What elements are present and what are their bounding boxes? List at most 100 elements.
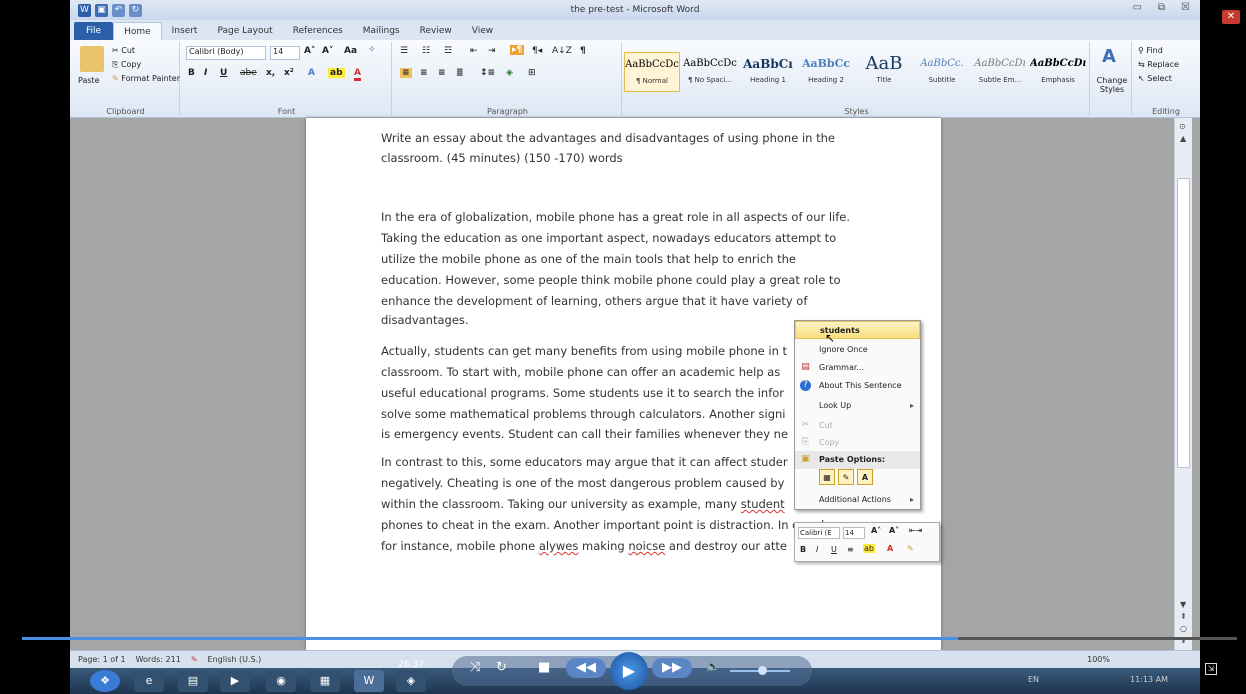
video-progress-bar[interactable] bbox=[22, 637, 1237, 640]
font-size-select[interactable]: 14 bbox=[270, 46, 300, 60]
misspelled-word[interactable]: student bbox=[741, 497, 785, 511]
proofing-icon[interactable]: ✎ bbox=[191, 655, 198, 664]
scroll-down-icon[interactable]: ▼ bbox=[1180, 600, 1186, 609]
start-button-icon[interactable]: ❖ bbox=[90, 670, 120, 692]
clock[interactable]: 11:13 AM bbox=[1130, 675, 1168, 684]
style-emphasis[interactable]: AaBbCcDı Emphasis bbox=[1030, 52, 1086, 92]
borders-icon[interactable]: ⊞ bbox=[528, 68, 536, 78]
menu-cut[interactable]: ✂ Cut bbox=[795, 417, 920, 435]
tab-view[interactable]: View bbox=[462, 22, 503, 40]
mini-highlight-icon[interactable]: ab bbox=[863, 544, 875, 553]
decrease-indent-icon[interactable]: ⇤ bbox=[470, 46, 478, 56]
browse-object-icon[interactable]: ○ bbox=[1180, 624, 1187, 633]
volume-icon[interactable]: 🔈 bbox=[706, 660, 720, 673]
change-styles-button[interactable]: Change Styles bbox=[1094, 76, 1130, 94]
font-name-select[interactable]: Calibri (Body) bbox=[186, 46, 266, 60]
mini-font-select[interactable]: Calibri (E bbox=[798, 527, 840, 539]
menu-grammar[interactable]: ▤ Grammar... bbox=[795, 359, 920, 377]
suggestion-students[interactable]: students bbox=[795, 321, 920, 339]
menu-ignore-once[interactable]: Ignore Once bbox=[795, 341, 920, 359]
numbering-icon[interactable]: ☷ bbox=[422, 46, 430, 56]
ruler-toggle-icon[interactable]: ⊙ bbox=[1179, 122, 1186, 131]
font-color-icon[interactable]: A bbox=[354, 68, 361, 81]
stop-icon[interactable]: ■ bbox=[538, 660, 550, 675]
format-painter-button[interactable]: ✎ Format Painter bbox=[112, 74, 180, 83]
prev-page-icon[interactable]: ⇞ bbox=[1180, 612, 1187, 621]
paste-keep-format-icon[interactable]: ▦ bbox=[819, 469, 835, 485]
change-styles-icon[interactable]: A bbox=[1102, 46, 1116, 67]
style-title[interactable]: AaB Title bbox=[856, 52, 912, 92]
mini-indent-icon[interactable]: ⇤⇥ bbox=[909, 526, 922, 535]
mini-format-painter-icon[interactable]: ✎ bbox=[907, 544, 914, 553]
justify-icon[interactable]: ≣ bbox=[456, 68, 464, 78]
doc-line[interactable]: classroom. (45 minutes) (150 -170) words bbox=[381, 148, 881, 168]
style-subtitle[interactable]: AaBbCc. Subtitle bbox=[914, 52, 970, 92]
bold-button[interactable]: B bbox=[188, 68, 195, 78]
mini-bold-button[interactable]: B bbox=[800, 545, 806, 554]
minimize-button[interactable]: ▭ bbox=[1132, 2, 1141, 13]
style-normal[interactable]: AaBbCcDc ¶ Normal bbox=[624, 52, 680, 92]
tab-insert[interactable]: Insert bbox=[162, 22, 208, 40]
volume-slider-thumb[interactable] bbox=[758, 666, 767, 675]
paste-icon[interactable] bbox=[80, 46, 104, 72]
multilevel-icon[interactable]: ☲ bbox=[444, 46, 452, 56]
cut-button[interactable]: ✂ Cut bbox=[112, 46, 135, 55]
style-heading-1[interactable]: AaBbCı Heading 1 bbox=[740, 52, 796, 92]
change-case-button[interactable]: Aa bbox=[344, 46, 357, 56]
doc-line[interactable]: Taking the education as one important as… bbox=[381, 228, 881, 248]
repeat-icon[interactable]: ↻ bbox=[496, 660, 507, 675]
tab-home[interactable]: Home bbox=[113, 22, 162, 40]
save-icon[interactable]: ▣ bbox=[95, 3, 108, 17]
style-no-spacing[interactable]: AaBbCcDc ¶ No Spaci... bbox=[682, 52, 738, 92]
shading-icon[interactable]: ◈ bbox=[506, 68, 513, 78]
misspelled-word[interactable]: alywes bbox=[539, 539, 579, 553]
menu-copy[interactable]: ⎘ Copy bbox=[795, 434, 920, 452]
shuffle-icon[interactable]: ⤨ bbox=[470, 660, 480, 675]
page-count[interactable]: Page: 1 of 1 bbox=[78, 655, 126, 664]
switch-to-library-icon[interactable]: ⇲ bbox=[1205, 663, 1217, 675]
misspelled-word[interactable]: noicse bbox=[628, 539, 665, 553]
rtl-icon[interactable]: ¶◂ bbox=[532, 46, 542, 56]
underline-button[interactable]: U bbox=[220, 68, 227, 78]
copy-button[interactable]: ⎘ Copy bbox=[112, 60, 141, 70]
outer-close-button[interactable]: ✕ bbox=[1222, 10, 1240, 24]
align-right-icon[interactable]: ≡ bbox=[438, 68, 446, 78]
doc-line[interactable]: utilize the mobile phone as one of the m… bbox=[381, 249, 881, 269]
tab-page-layout[interactable]: Page Layout bbox=[207, 22, 282, 40]
tab-mailings[interactable]: Mailings bbox=[353, 22, 410, 40]
mini-font-color-icon[interactable]: A bbox=[887, 544, 893, 553]
superscript-button[interactable]: x² bbox=[284, 68, 294, 78]
vertical-scrollbar[interactable]: ⊙ ▲ ▼ ⇞ ○ ⇟ bbox=[1174, 118, 1192, 650]
zoom-level[interactable]: 100% bbox=[1087, 655, 1110, 664]
doc-line[interactable]: education. However, some people think mo… bbox=[381, 270, 881, 290]
tab-references[interactable]: References bbox=[283, 22, 353, 40]
menu-look-up[interactable]: Look Up ▸ bbox=[795, 397, 920, 415]
language-indicator[interactable]: English (U.S.) bbox=[208, 655, 262, 664]
doc-line[interactable]: Write an essay about the advantages and … bbox=[381, 128, 881, 148]
scroll-up-icon[interactable]: ▲ bbox=[1180, 134, 1186, 143]
clear-format-icon[interactable]: ✧ bbox=[368, 45, 376, 55]
paste-text-only-icon[interactable]: A bbox=[857, 469, 873, 485]
presentation-icon[interactable]: ▦ bbox=[310, 670, 340, 692]
grow-font-button[interactable]: A˄ bbox=[304, 46, 315, 56]
line-spacing-icon[interactable]: ↕≡ bbox=[480, 68, 495, 78]
doc-line[interactable]: enhance the development of learning, oth… bbox=[381, 291, 881, 311]
align-center-icon[interactable]: ≡ bbox=[420, 68, 428, 78]
redo-icon[interactable]: ↻ bbox=[129, 3, 142, 17]
find-button[interactable]: ⚲ Find bbox=[1138, 46, 1163, 55]
align-left-icon[interactable]: ≡ bbox=[400, 68, 412, 78]
subscript-button[interactable]: x, bbox=[266, 68, 275, 78]
tab-review[interactable]: Review bbox=[410, 22, 462, 40]
paste-button[interactable]: Paste bbox=[78, 76, 100, 85]
menu-about-sentence[interactable]: ? About This Sentence bbox=[795, 377, 920, 395]
select-button[interactable]: ↖ Select bbox=[1138, 74, 1172, 83]
chrome-icon[interactable]: ◉ bbox=[266, 670, 296, 692]
shrink-font-button[interactable]: A˅ bbox=[322, 46, 333, 56]
replace-button[interactable]: ⇆ Replace bbox=[1138, 60, 1179, 69]
scroll-thumb[interactable] bbox=[1177, 178, 1190, 468]
mini-grow-font-icon[interactable]: A˄ bbox=[871, 526, 881, 535]
close-button[interactable]: ☒ bbox=[1181, 2, 1190, 13]
word-taskbar-icon[interactable]: W bbox=[354, 670, 384, 692]
mini-italic-button[interactable]: I bbox=[816, 545, 818, 554]
language-tray[interactable]: EN bbox=[1028, 675, 1039, 684]
